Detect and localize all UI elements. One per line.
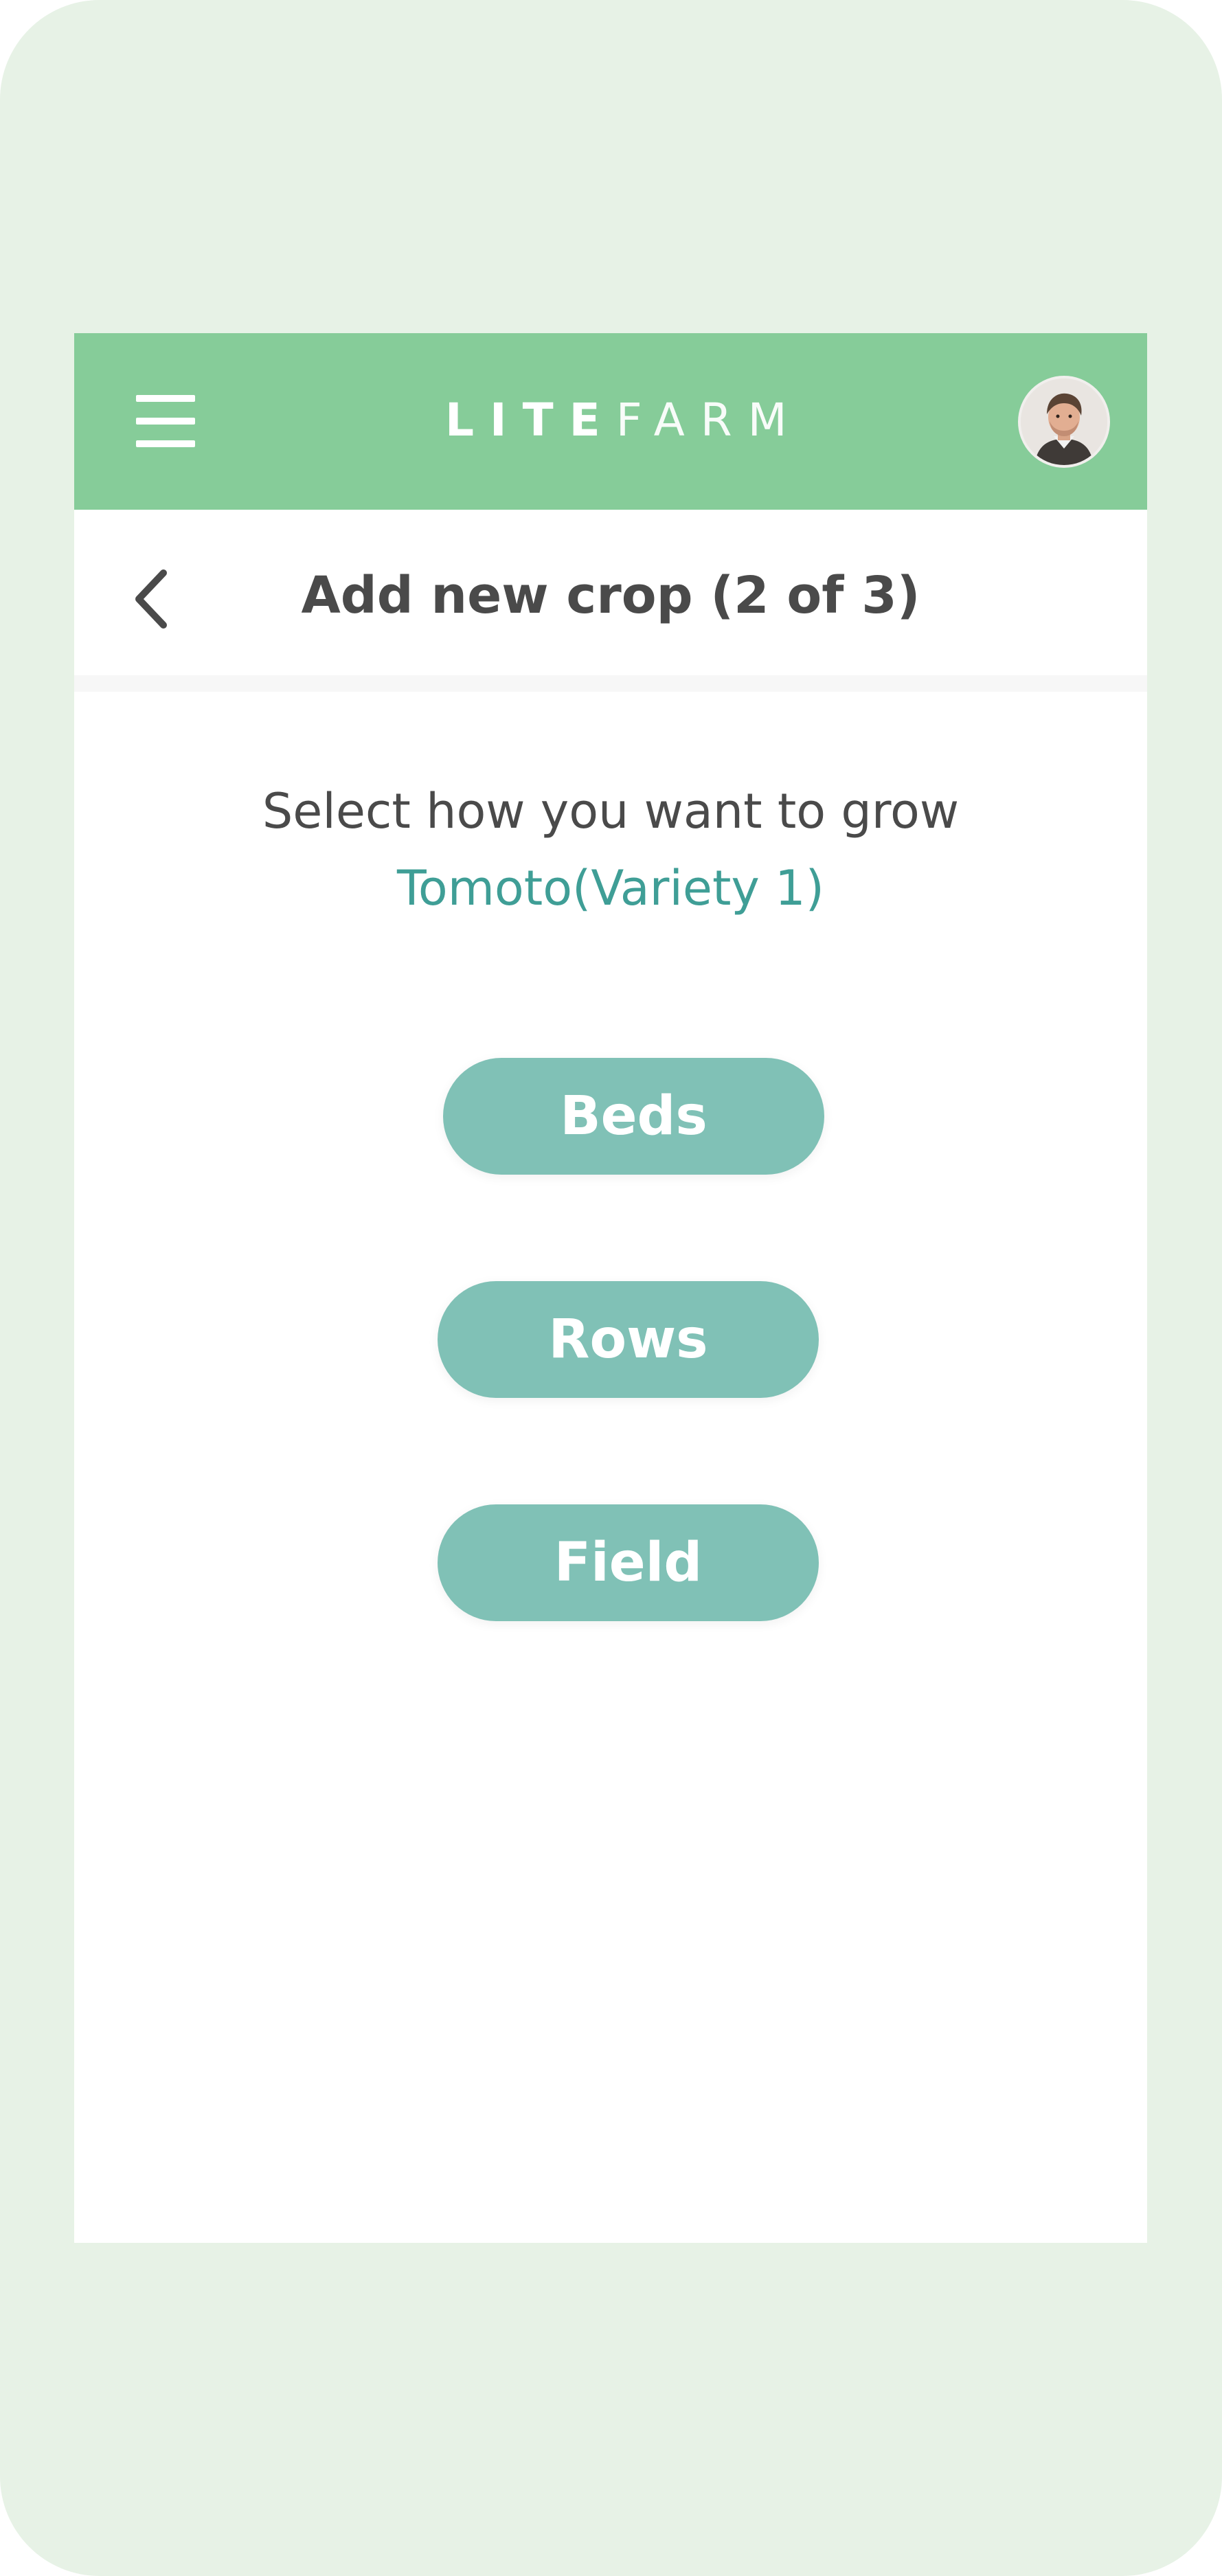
logo-farm-text: FARM bbox=[615, 394, 803, 447]
field-button[interactable]: Field bbox=[438, 1504, 819, 1621]
app-logo: LITEFARM bbox=[445, 389, 803, 451]
grow-method-prompt: Select how you want to grow Tomoto(Varie… bbox=[74, 773, 1147, 927]
logo-lite-text: LITE bbox=[445, 394, 616, 447]
header-divider bbox=[74, 675, 1147, 692]
rows-button[interactable]: Rows bbox=[438, 1281, 819, 1398]
device-frame: LITEFARM Add new crop (2 of 3) Select ho… bbox=[0, 0, 1222, 2576]
page-title: Add new crop (2 of 3) bbox=[301, 566, 920, 625]
prompt-text: Select how you want to grow bbox=[262, 783, 960, 839]
user-avatar[interactable] bbox=[1018, 376, 1110, 468]
avatar-face-icon bbox=[1021, 379, 1107, 465]
top-navigation-bar: LITEFARM bbox=[74, 333, 1147, 510]
app-screen: LITEFARM Add new crop (2 of 3) Select ho… bbox=[74, 333, 1147, 2243]
page-header: Add new crop (2 of 3) bbox=[74, 510, 1147, 675]
crop-name: Tomoto(Variety 1) bbox=[397, 860, 824, 916]
hamburger-menu-icon[interactable] bbox=[136, 395, 195, 447]
beds-button[interactable]: Beds bbox=[443, 1058, 824, 1175]
